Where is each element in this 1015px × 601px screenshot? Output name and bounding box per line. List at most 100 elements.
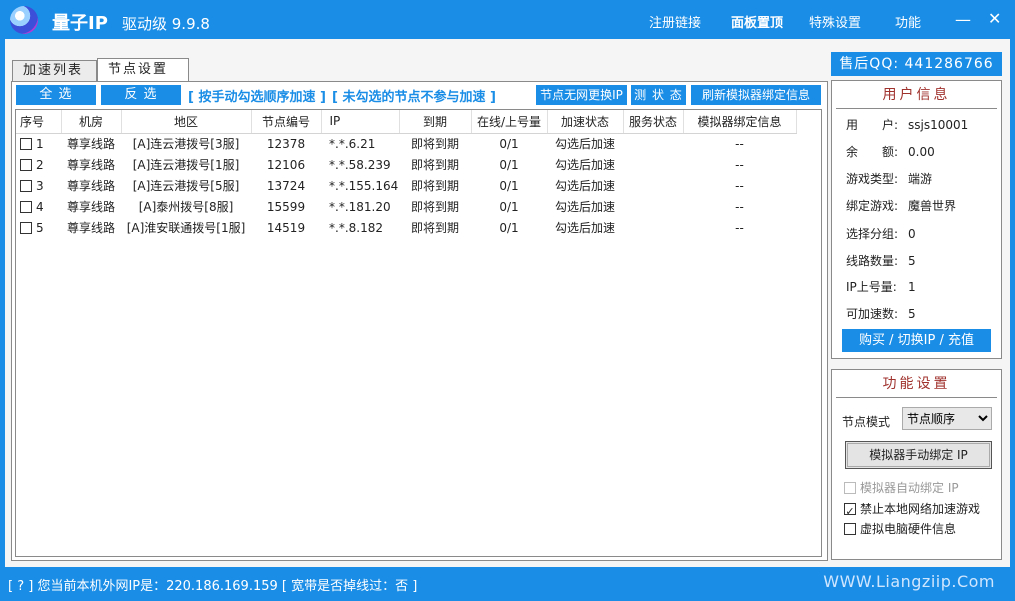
table-row[interactable]: 5 尊享线路 [A]淮安联通拨号[1服] 14519 *.*.8.182 即将到期 0/1 勾… xyxy=(16,217,796,238)
external-ip-status: [ ? ] 您当前本机外网IP是：220.186.169.159 [ 宽带是否掉… xyxy=(8,579,418,594)
topnav-functions[interactable]: 功能 xyxy=(895,12,921,31)
cell-region: [A]淮安联通拨号[1服] xyxy=(126,221,246,235)
cell-room: 尊享线路 xyxy=(66,158,115,172)
cell-no[interactable]: 5 xyxy=(16,217,61,238)
cell-ip: *.*.6.21 xyxy=(329,136,376,151)
app-logo-icon xyxy=(10,6,38,34)
cell-node: 15599 xyxy=(266,199,306,214)
cell-no[interactable]: 2 xyxy=(16,154,61,175)
cell-status: 勾选后加速 xyxy=(554,158,615,172)
cell-expire: 即将到期 xyxy=(410,221,459,235)
table-row[interactable]: 1 尊享线路 [A]连云港拨号[3服] 12378 *.*.6.21 即将到期 0/1 勾选后… xyxy=(16,133,796,154)
website-link[interactable]: WWW.Liangziip.Com xyxy=(823,572,995,591)
tab-node-settings[interactable]: 节点设置 xyxy=(97,58,189,82)
app-name: 量子IP xyxy=(52,13,108,34)
cell-service xyxy=(623,217,683,238)
col-header-expire[interactable]: 到期 xyxy=(399,110,472,134)
cell-online: 0/1 xyxy=(499,157,519,172)
col-header-online[interactable]: 在线/上号量 xyxy=(471,110,548,134)
cell-room: 尊享线路 xyxy=(66,221,115,235)
cell-region: [A]连云港拨号[1服] xyxy=(132,158,240,172)
cell-status: 勾选后加速 xyxy=(554,221,615,235)
table-header-row: 序号 机房 地区 节点编号 IP 到期 在线/上号量 加速状态 服务状态 模拟器… xyxy=(16,110,797,134)
info-row-accelerable: 可加速数: 5 xyxy=(846,307,916,321)
table-row[interactable]: 3 尊享线路 [A]连云港拨号[5服] 13724 *.*.155.164 即将到期 0/1… xyxy=(16,175,796,196)
cell-bind: -- xyxy=(735,220,744,235)
col-header-service[interactable]: 服务状态 xyxy=(623,110,684,134)
cell-room: 尊享线路 xyxy=(66,200,115,214)
function-settings-panel: 功能设置 节点模式 节点顺序 模拟器手动绑定 IP 模拟器自动绑定 IP ✓ 禁止… xyxy=(831,369,1002,560)
buy-switch-recharge-button[interactable]: 购买 / 切换IP / 充值 xyxy=(842,329,991,352)
table-row[interactable]: 2 尊享线路 [A]连云港拨号[1服] 12106 *.*.58.239 即将到期 0/1 勾… xyxy=(16,154,796,175)
cell-expire: 即将到期 xyxy=(410,200,459,214)
emulator-manual-bind-button[interactable]: 模拟器手动绑定 IP xyxy=(845,441,992,469)
auto-bind-checkbox[interactable]: 模拟器自动绑定 IP xyxy=(844,479,959,496)
col-header-bind[interactable]: 模拟器绑定信息 xyxy=(683,110,797,134)
cell-region: [A]连云港拨号[3服] xyxy=(132,137,240,152)
cell-expire: 即将到期 xyxy=(410,158,459,172)
hint-manual-order: [ 按手动勾选顺序加速 ] xyxy=(188,90,326,105)
row-checkbox[interactable] xyxy=(20,179,32,192)
info-row-user: 用 户: ssjs10001 xyxy=(846,118,969,132)
refresh-emulator-bind-button[interactable]: 刷新模拟器绑定信息 xyxy=(691,85,821,105)
cell-node: 14519 xyxy=(266,220,306,235)
node-mode-label: 节点模式 xyxy=(842,415,891,429)
cell-region: [A]泰州拨号[8服] xyxy=(138,200,234,214)
col-header-node[interactable]: 节点编号 xyxy=(251,110,322,134)
cell-ip: *.*.155.164 xyxy=(329,178,399,193)
hint-unchecked-skip: [ 未勾选的节点不参与加速 ] xyxy=(332,90,496,105)
info-row-line-count: 线路数量: 5 xyxy=(846,254,916,268)
row-checkbox[interactable] xyxy=(20,200,32,213)
check-icon: ✓ xyxy=(845,505,855,518)
col-header-status[interactable]: 加速状态 xyxy=(547,110,624,134)
cell-service xyxy=(623,154,683,175)
test-status-button[interactable]: 测 状 态 xyxy=(631,85,686,105)
row-checkbox[interactable] xyxy=(20,221,32,234)
cell-bind: -- xyxy=(735,178,744,193)
cell-online: 0/1 xyxy=(499,136,519,151)
invert-selection-button[interactable]: 反 选 xyxy=(101,85,181,105)
app-version: 驱动级 9.9.8 xyxy=(122,15,210,33)
topnav-register-link[interactable]: 注册链接 xyxy=(649,12,701,31)
node-settings-panel: 全 选 反 选 [ 按手动勾选顺序加速 ] [ 未勾选的节点不参与加速 ] 节点… xyxy=(11,81,828,561)
cell-ip: *.*.181.20 xyxy=(329,199,391,214)
cell-no[interactable]: 1 xyxy=(16,133,61,154)
close-icon[interactable]: ✕ xyxy=(988,9,1001,28)
cell-room: 尊享线路 xyxy=(66,179,115,193)
cell-bind: -- xyxy=(735,199,744,214)
cell-expire: 即将到期 xyxy=(410,179,459,193)
tab-accelerate-list[interactable]: 加速列表 xyxy=(12,60,97,81)
topnav-pin-panel[interactable]: 面板置顶 xyxy=(731,12,783,31)
user-info-title: 用户信息 xyxy=(836,83,997,109)
col-header-region[interactable]: 地区 xyxy=(121,110,252,134)
cell-no[interactable]: 4 xyxy=(16,196,61,217)
no-net-change-ip-button[interactable]: 节点无网更换IP xyxy=(536,85,627,105)
minimize-icon[interactable]: — xyxy=(955,10,971,29)
virtual-hardware-checkbox[interactable]: 虚拟电脑硬件信息 xyxy=(844,520,956,537)
col-header-ip[interactable]: IP xyxy=(321,110,400,134)
cell-bind: -- xyxy=(735,157,744,172)
function-settings-title: 功能设置 xyxy=(836,372,997,398)
cell-node: 12106 xyxy=(266,157,306,172)
node-mode-select[interactable]: 节点顺序 xyxy=(902,407,992,430)
row-checkbox[interactable] xyxy=(20,158,32,171)
cell-service xyxy=(623,196,683,217)
table-row[interactable]: 4 尊享线路 [A]泰州拨号[8服] 15599 *.*.181.20 即将到期 0/1 勾选… xyxy=(16,196,796,217)
cell-node: 12378 xyxy=(266,136,306,151)
col-header-room[interactable]: 机房 xyxy=(61,110,122,134)
col-header-no[interactable]: 序号 xyxy=(16,110,62,134)
cell-no[interactable]: 3 xyxy=(16,175,61,196)
info-row-game-type: 游戏类型: 端游 xyxy=(846,172,933,186)
info-row-group: 选择分组: 0 xyxy=(846,227,916,241)
row-checkbox[interactable] xyxy=(20,137,32,150)
info-row-ip-load: IP上号量: 1 xyxy=(846,280,916,294)
main-panel: 加速列表 节点设置 全 选 反 选 [ 按手动勾选顺序加速 ] [ 未勾选的节点… xyxy=(5,39,1010,567)
info-row-bound-game: 绑定游戏: 魔兽世界 xyxy=(846,199,957,213)
cell-node: 13724 xyxy=(266,178,306,193)
topnav-special-settings[interactable]: 特殊设置 xyxy=(809,12,861,31)
cell-room: 尊享线路 xyxy=(66,137,115,152)
cell-region: [A]连云港拨号[5服] xyxy=(132,179,240,193)
block-local-accel-checkbox[interactable]: ✓ 禁止本地网络加速游戏 xyxy=(844,500,980,517)
user-info-panel: 用户信息 用 户: ssjs10001 余 额: 0.00 游戏类型: 端游 绑定游戏… xyxy=(831,80,1002,359)
select-all-button[interactable]: 全 选 xyxy=(16,85,96,105)
